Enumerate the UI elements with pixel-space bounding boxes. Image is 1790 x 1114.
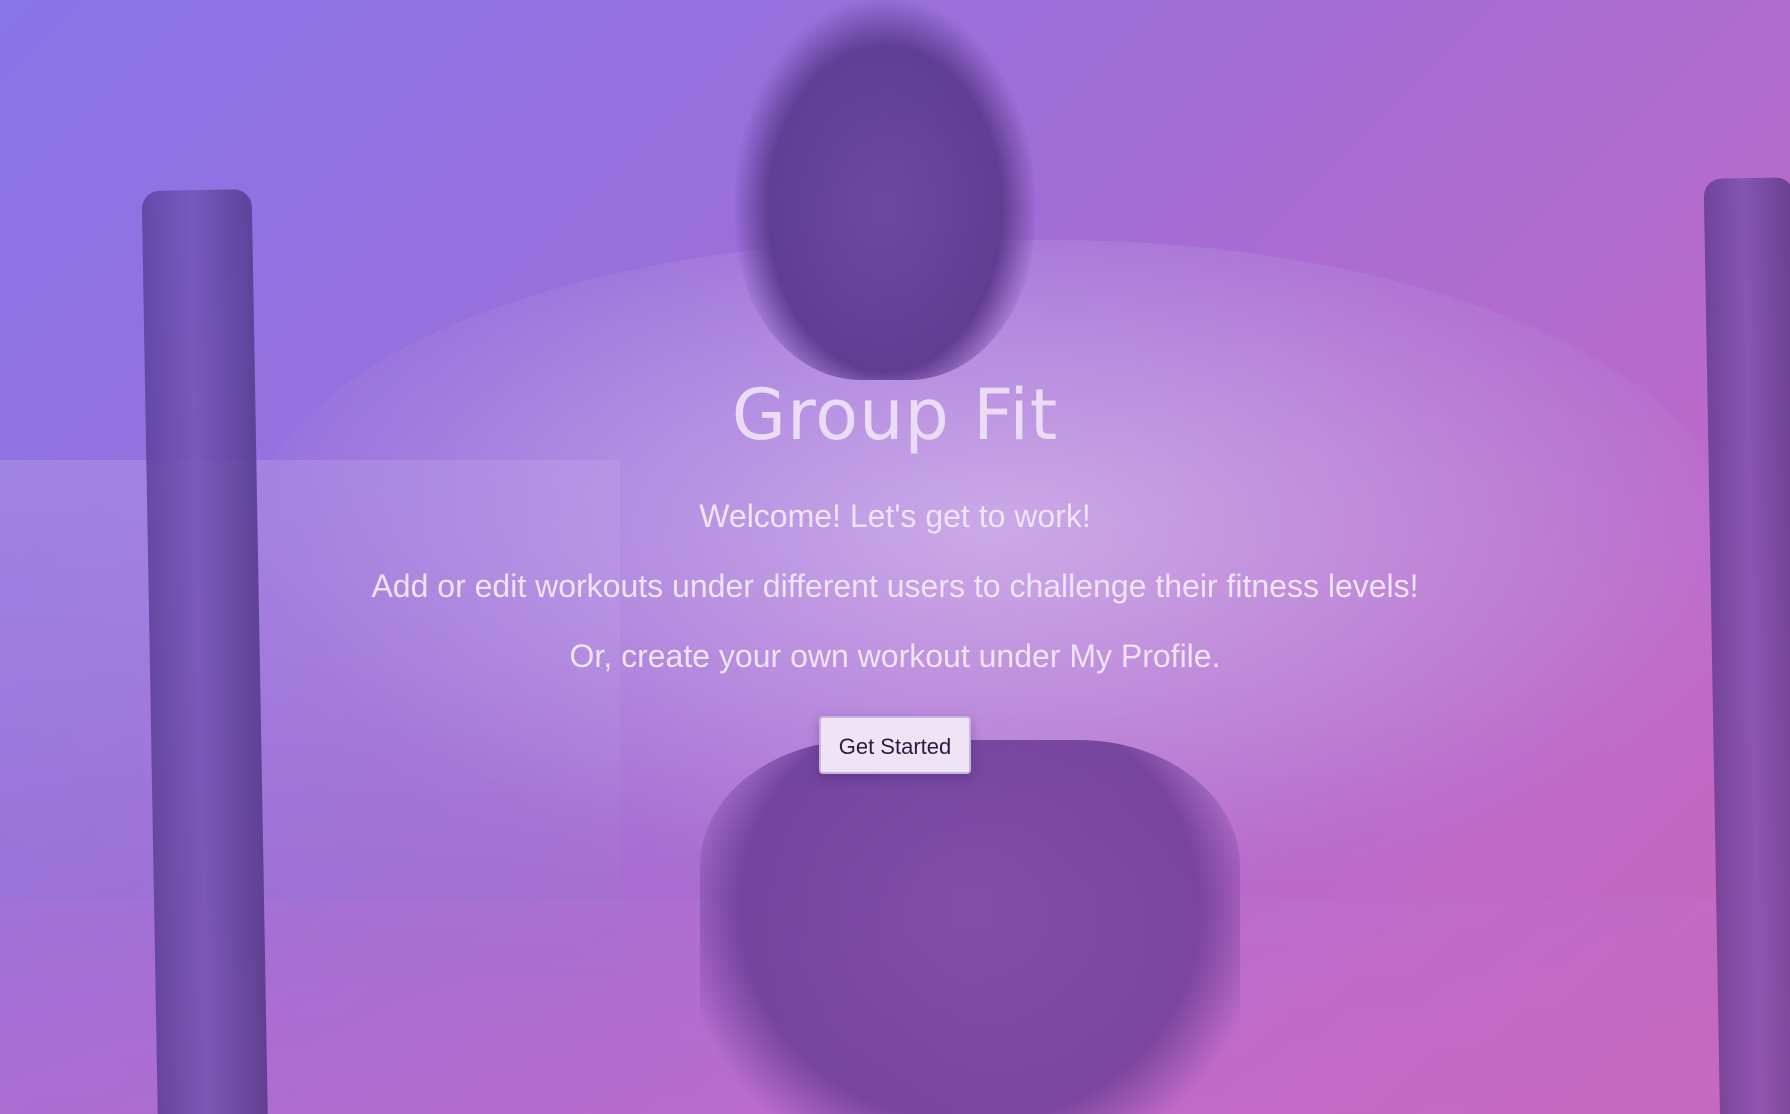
hero-section: Group Fit Welcome! Let's get to work! Ad…	[0, 0, 1790, 1114]
get-started-button[interactable]: Get Started	[818, 716, 972, 774]
welcome-text: Welcome! Let's get to work!	[699, 498, 1091, 534]
profile-note-text: Or, create your own workout under My Pro…	[569, 638, 1221, 674]
hero-content: Group Fit Welcome! Let's get to work! Ad…	[0, 370, 1790, 774]
page-title: Group Fit	[731, 374, 1059, 456]
description-text: Add or edit workouts under different use…	[371, 568, 1419, 604]
